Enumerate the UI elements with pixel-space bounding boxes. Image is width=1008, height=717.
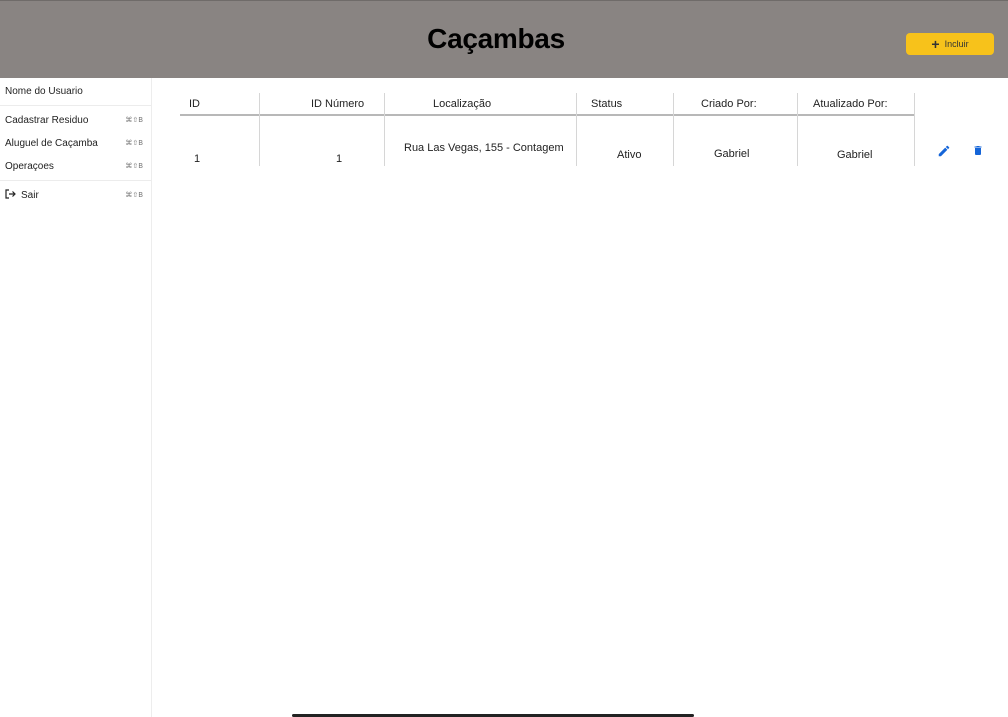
sidebar-divider [0, 105, 151, 106]
column-divider [914, 93, 915, 166]
sidebar-item-aluguel-de-cacamba[interactable]: Aluguel de Caçamba ⌘⇧B [0, 134, 151, 152]
logout-wrap: Sair [5, 188, 39, 202]
sidebar-item-label: Cadastrar Residuo [5, 114, 89, 126]
delete-icon[interactable] [972, 143, 984, 163]
cell-status: Ativo [617, 149, 642, 161]
column-header-id-numero: ID Número [311, 98, 365, 110]
cell-id: 1 [194, 153, 201, 165]
column-header-status: Status [591, 98, 623, 110]
cell-localizacao: Rua Las Vegas, 155 - Contagem [404, 142, 564, 154]
shortcut-hint: ⌘⇧B [125, 116, 143, 124]
column-divider [259, 93, 260, 166]
column-divider [797, 93, 798, 166]
sidebar-item-label: Aluguel de Caçamba [5, 137, 98, 149]
shortcut-hint: ⌘⇧B [125, 191, 143, 199]
top-header: Caçambas + Incluir [0, 0, 1008, 78]
shortcut-hint: ⌘⇧B [125, 162, 143, 170]
user-name: Nome do Usuario [5, 86, 83, 97]
logout-icon [5, 188, 16, 202]
shortcut-hint: ⌘⇧B [125, 139, 143, 147]
sidebar: Nome do Usuario Cadastrar Residuo ⌘⇧B Al… [0, 78, 152, 717]
sidebar-item-cadastrar-residuo[interactable]: Cadastrar Residuo ⌘⇧B [0, 111, 151, 129]
sidebar-item-label: Sair [21, 189, 39, 201]
add-button-label: Incluir [944, 39, 969, 49]
header-underline [180, 114, 915, 116]
edit-icon[interactable] [937, 144, 951, 163]
column-divider [576, 93, 577, 166]
page-title: Caçambas [427, 23, 565, 54]
column-header-id: ID [189, 98, 200, 110]
column-divider [384, 93, 385, 166]
column-header-criado-por: Criado Por: [701, 98, 757, 110]
sidebar-item-sair[interactable]: Sair ⌘⇧B [0, 186, 151, 204]
add-button[interactable]: + Incluir [906, 33, 994, 55]
sidebar-divider [0, 180, 151, 181]
cell-criado-por: Gabriel [714, 148, 750, 160]
sidebar-item-operacoes[interactable]: Operaçoes ⌘⇧B [0, 157, 151, 175]
sidebar-item-label: Operaçoes [5, 160, 54, 172]
cell-atualizado-por: Gabriel [837, 149, 873, 161]
cell-id-numero: 1 [336, 153, 343, 165]
column-divider [673, 93, 674, 166]
column-header-localizacao: Localização [433, 98, 492, 110]
plus-icon: + [931, 36, 940, 52]
column-header-atualizado-por: Atualizado Por: [813, 98, 888, 110]
